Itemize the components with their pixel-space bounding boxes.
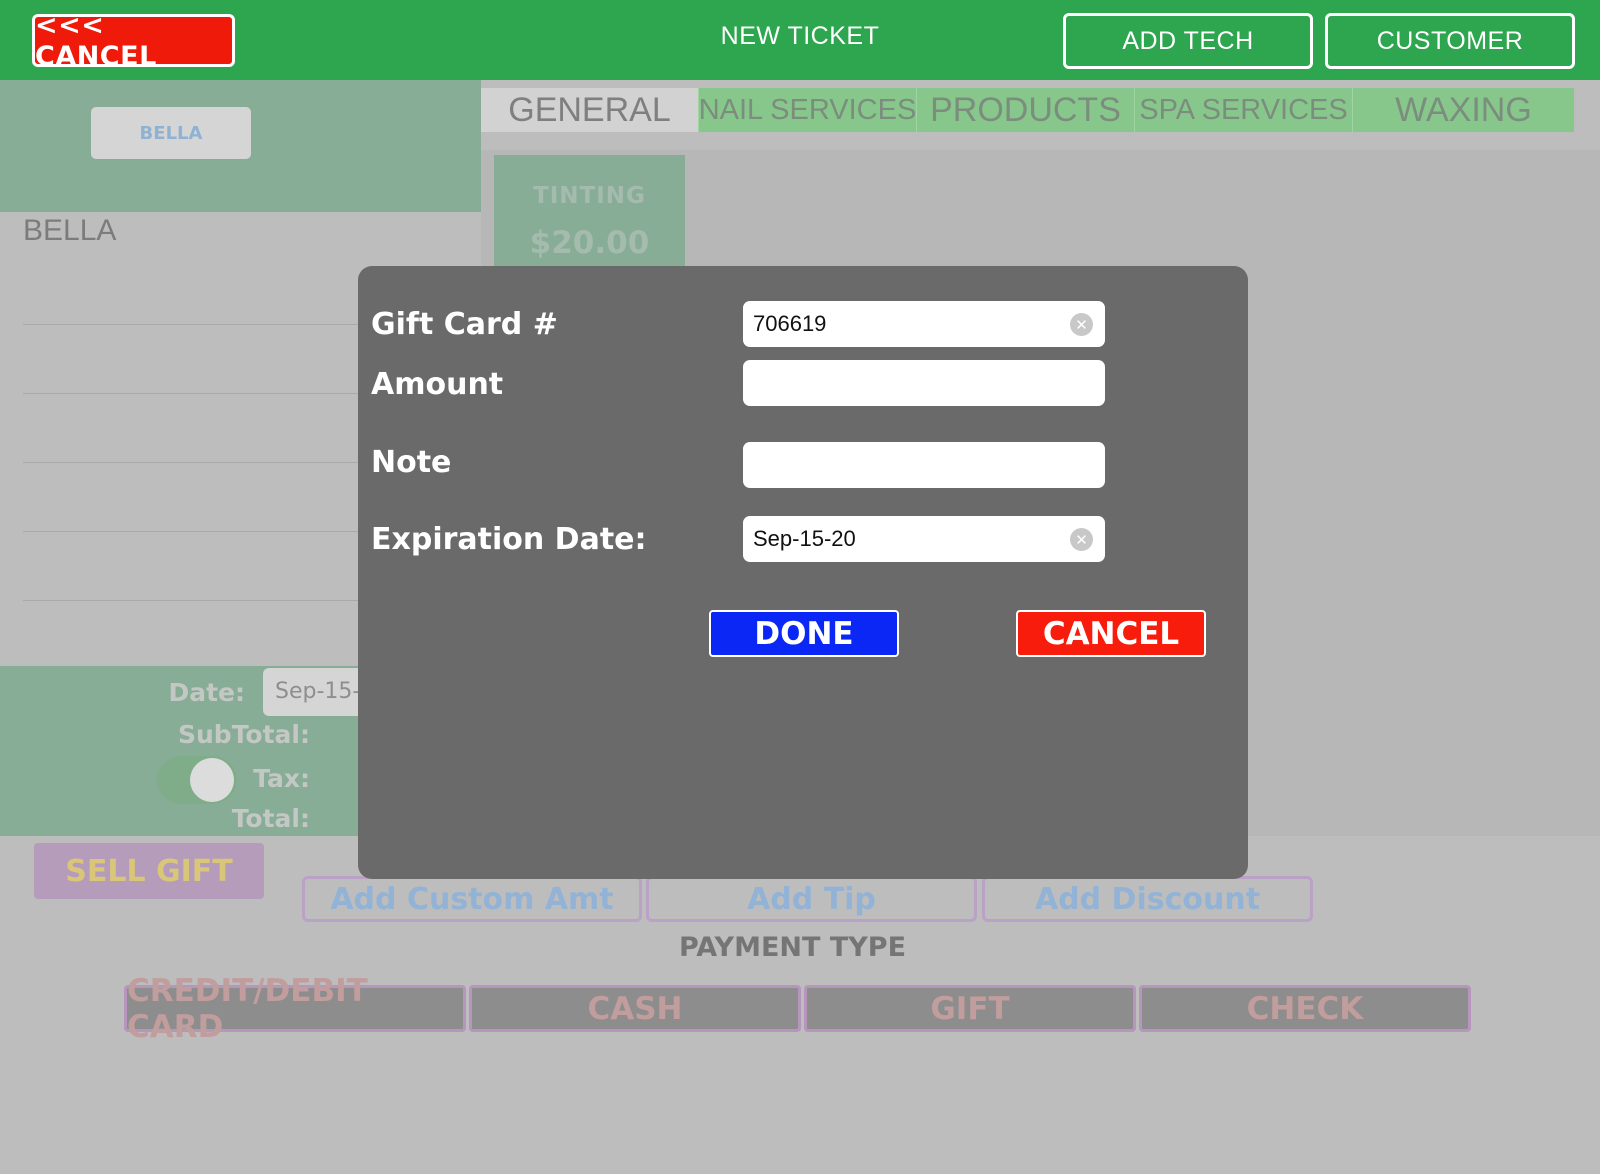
list-divider — [23, 462, 363, 463]
tax-label: Tax: — [253, 764, 310, 793]
service-price: $20.00 — [529, 225, 650, 261]
date-field[interactable]: Sep-15- — [263, 668, 373, 716]
tab-products[interactable]: PRODUCTS — [916, 88, 1134, 132]
date-label: Date: — [168, 678, 245, 707]
amount-field[interactable] — [743, 360, 1105, 406]
payment-cash-button[interactable]: CASH — [469, 985, 801, 1032]
customer-button[interactable]: CUSTOMER — [1325, 13, 1575, 69]
payment-credit-debit-button[interactable]: CREDIT/DEBIT CARD — [124, 973, 466, 1045]
clear-icon[interactable]: ✕ — [1070, 313, 1093, 336]
page-title: NEW TICKET — [720, 22, 880, 50]
cancel-button[interactable]: CANCEL — [1016, 610, 1206, 657]
top-cancel-button[interactable]: <<< CANCEL — [32, 10, 235, 72]
tab-spa-services[interactable]: SPA SERVICES — [1134, 88, 1352, 132]
list-divider — [23, 393, 363, 394]
payment-type-label: PAYMENT TYPE — [678, 932, 907, 963]
amount-label: Amount — [371, 367, 504, 402]
add-discount-button[interactable]: Add Discount — [982, 876, 1313, 922]
list-divider — [23, 531, 363, 532]
note-label: Note — [371, 445, 452, 480]
sell-gift-button[interactable]: SELL GIFT — [34, 843, 264, 899]
add-custom-amt-button[interactable]: Add Custom Amt — [302, 876, 642, 922]
expiration-date-label: Expiration Date: — [371, 522, 647, 557]
list-divider — [23, 324, 363, 325]
gift-card-value: 706619 — [753, 311, 827, 336]
tab-nail-services[interactable]: NAIL SERVICES — [698, 88, 916, 132]
done-button[interactable]: DONE — [709, 610, 899, 657]
tech-chip[interactable]: BELLA — [91, 107, 251, 159]
subtotal-label: SubTotal: — [178, 720, 310, 749]
tech-name-label: BELLA — [23, 214, 117, 247]
payment-check-button[interactable]: CHECK — [1139, 985, 1471, 1032]
payment-gift-button[interactable]: GIFT — [804, 985, 1136, 1032]
tab-waxing[interactable]: WAXING — [1352, 88, 1574, 132]
gift-card-modal — [358, 266, 1248, 879]
gift-card-label: Gift Card # — [371, 307, 558, 342]
clear-icon[interactable]: ✕ — [1070, 528, 1093, 551]
tab-general[interactable]: GENERAL — [481, 88, 698, 132]
add-tech-button[interactable]: ADD TECH — [1063, 13, 1313, 69]
note-field[interactable] — [743, 442, 1105, 488]
service-name: TINTING — [533, 183, 646, 209]
expiration-date-value: Sep-15-20 — [753, 526, 856, 551]
total-label: Total: — [231, 804, 310, 833]
add-tip-button[interactable]: Add Tip — [646, 876, 977, 922]
list-divider — [23, 600, 363, 601]
